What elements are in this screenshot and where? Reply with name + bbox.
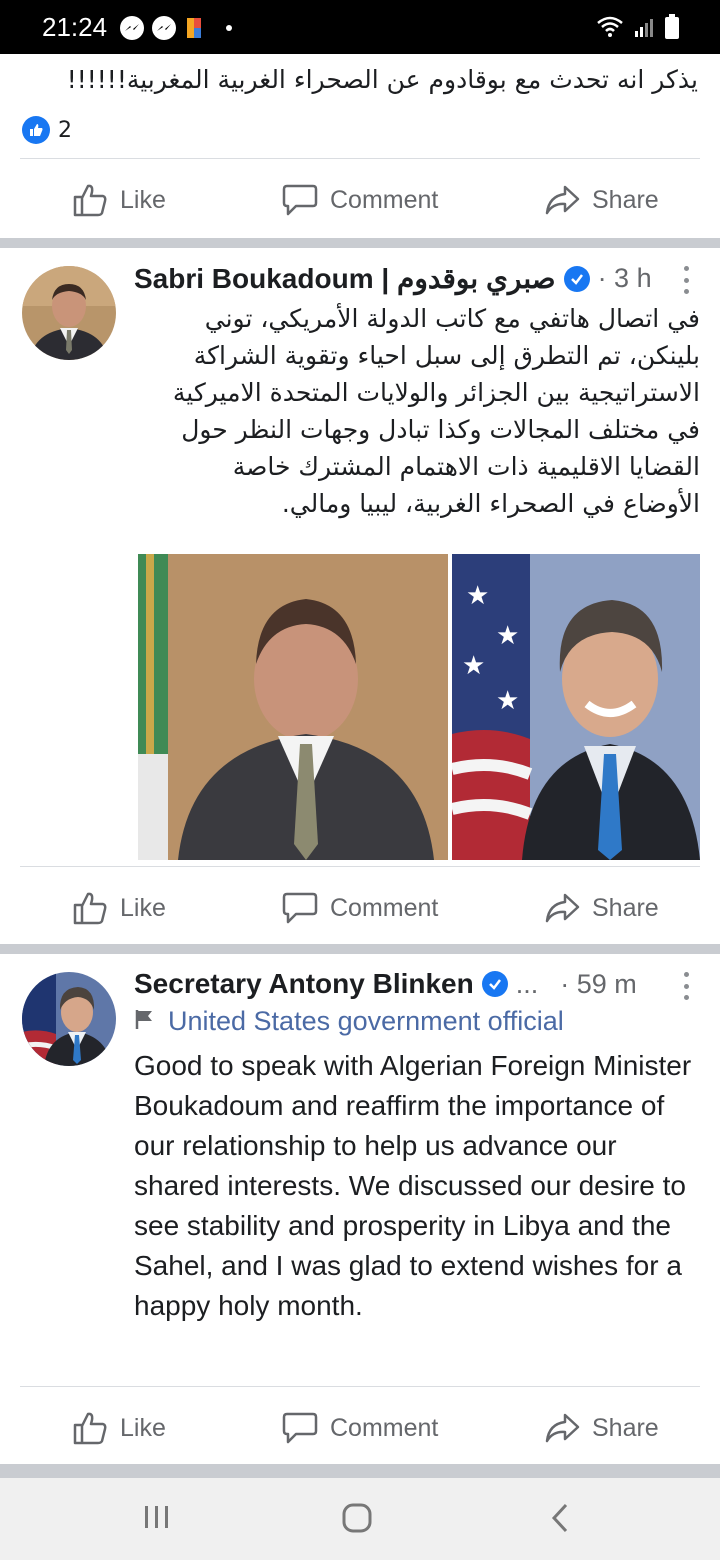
notification-dot — [226, 25, 232, 31]
post-text: Good to speak with Algerian Foreign Mini… — [134, 1050, 692, 1321]
like-reaction-icon — [22, 116, 50, 144]
post-separator — [0, 1464, 720, 1478]
svg-text:★: ★ — [496, 686, 519, 716]
post-separator — [0, 944, 720, 954]
like-button[interactable]: Like — [72, 878, 166, 938]
post-header: Secretary Antony Blinken ... · 59 m — [134, 968, 637, 1000]
share-label: Share — [592, 893, 659, 922]
share-icon — [544, 183, 580, 217]
post-separator — [0, 238, 720, 248]
author-name[interactable]: Sabri Boukadoum | صبري بوقدوم — [134, 262, 556, 295]
share-label: Share — [592, 185, 659, 214]
author-category: United States government official — [134, 1006, 564, 1037]
post-actions: Like Comment Share — [0, 170, 720, 230]
comment-button[interactable]: Comment — [282, 170, 438, 230]
status-bar: 21:24 — [0, 0, 720, 54]
share-icon — [544, 1411, 580, 1445]
post-time[interactable]: · 59 m — [560, 969, 637, 1000]
reaction-count: 2 — [58, 117, 72, 143]
photo-boukadoum[interactable] — [138, 554, 448, 860]
messenger-icon — [120, 16, 144, 40]
wifi-icon — [596, 15, 624, 43]
comment-icon — [282, 891, 318, 925]
thumbs-up-icon — [72, 1411, 108, 1445]
like-label: Like — [120, 1413, 166, 1442]
comment-button[interactable]: Comment — [282, 878, 438, 938]
thumbs-up-icon — [72, 183, 108, 217]
back-icon[interactable] — [548, 1502, 572, 1538]
photo-blinken[interactable]: ★ ★ ★ ★ — [452, 554, 700, 860]
svg-text:★: ★ — [496, 621, 519, 651]
comment-icon — [282, 183, 318, 217]
home-icon[interactable] — [341, 1502, 373, 1538]
reaction-summary[interactable]: 2 — [22, 116, 72, 144]
messenger-icon — [152, 16, 176, 40]
post-actions: Like Comment Share — [0, 1398, 720, 1458]
like-button[interactable]: Like — [72, 170, 166, 230]
share-label: Share — [592, 1413, 659, 1442]
status-right-icons — [596, 14, 680, 44]
post-actions: Like Comment Share — [0, 878, 720, 938]
more-options-icon[interactable] — [682, 972, 690, 1000]
post-time[interactable]: · 3 h — [598, 263, 652, 294]
share-button[interactable]: Share — [544, 1398, 659, 1458]
divider — [20, 158, 700, 159]
post-text: في اتصال هاتفي مع كاتب الدولة الأمريكي، … — [172, 304, 700, 518]
battery-icon — [664, 14, 680, 44]
like-label: Like — [120, 185, 166, 214]
like-button[interactable]: Like — [72, 1398, 166, 1458]
more-options-icon[interactable] — [682, 266, 690, 294]
comment-label: Comment — [330, 185, 439, 214]
recent-apps-icon[interactable] — [142, 1502, 172, 1536]
share-icon — [544, 891, 580, 925]
app-notification-icon — [184, 16, 208, 40]
status-time: 21:24 — [42, 12, 108, 42]
svg-text:★: ★ — [466, 581, 489, 611]
flag-icon — [134, 1006, 156, 1037]
author-category-label: United States government official — [168, 1006, 564, 1036]
snippet-text: يذكر انه تحدث مع بوقادوم عن الصحراء الغر… — [66, 65, 698, 94]
divider — [20, 866, 700, 867]
avatar-boukadoum[interactable] — [22, 266, 116, 360]
thumbs-up-icon — [72, 891, 108, 925]
post-header: Sabri Boukadoum | صبري بوقدوم · 3 h — [134, 262, 652, 295]
comment-button[interactable]: Comment — [282, 1398, 438, 1458]
share-button[interactable]: Share — [544, 170, 659, 230]
comment-label: Comment — [330, 893, 439, 922]
share-button[interactable]: Share — [544, 878, 659, 938]
name-ellipsis: ... — [515, 968, 539, 999]
system-nav-bar — [0, 1478, 720, 1560]
author-name[interactable]: Secretary Antony Blinken — [134, 968, 474, 1000]
verified-badge-icon — [563, 265, 590, 292]
svg-text:★: ★ — [462, 651, 485, 681]
comment-icon — [282, 1411, 318, 1445]
avatar-blinken[interactable] — [22, 972, 116, 1066]
divider — [20, 1386, 700, 1387]
like-label: Like — [120, 893, 166, 922]
signal-icon — [634, 15, 654, 43]
comment-label: Comment — [330, 1413, 439, 1442]
verified-badge-icon — [481, 971, 508, 997]
